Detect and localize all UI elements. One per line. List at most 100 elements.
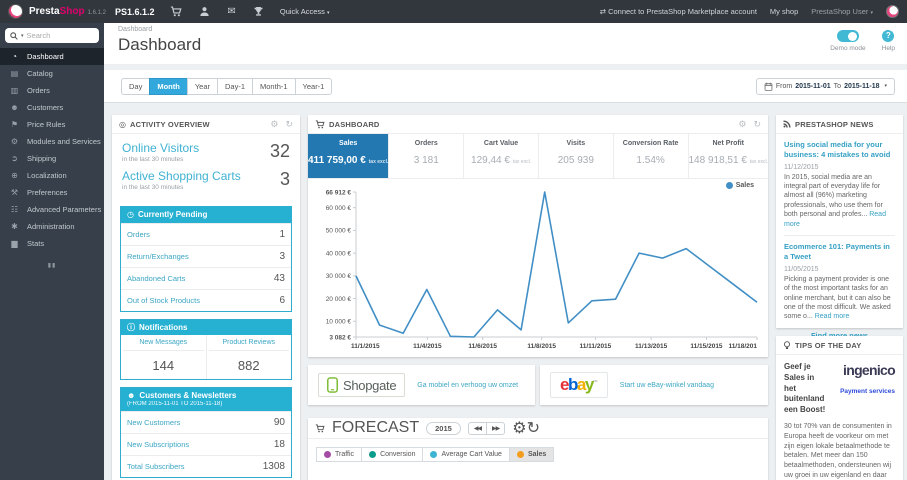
online-visitors-link[interactable]: Online Visitors [122, 141, 290, 155]
sidebar-item-modules[interactable]: ⚙ Modules and Services [0, 133, 104, 150]
shopgate-link[interactable]: Ga mobiel en verhoog uw omzet [417, 382, 518, 389]
total-subscribers-row[interactable]: Total Subscribers 1308 [121, 454, 291, 477]
sidebar-item-dashboard[interactable]: ◔ Dashboard [0, 48, 104, 65]
breadcrumb[interactable]: Dashboard [118, 26, 893, 33]
pending-returns-row[interactable]: Return/Exchanges 3 [121, 244, 291, 267]
kpi-row: Sales 411 759,00 € tax excl. Orders 3 181 … [308, 134, 768, 179]
topbar: PrestaShop 1.6.1.2 PS1.6.1.2 ✉ Quick Acce… [0, 0, 907, 23]
sidebar-item-localization[interactable]: ⊕ Localization [0, 167, 104, 184]
prestashop-news-panel: PRESTASHOP NEWS Using social media for y… [776, 115, 903, 340]
news-item-date: 11/12/2015 [784, 163, 819, 171]
catalog-icon: ▤ [10, 69, 19, 78]
next-year-button[interactable]: ▶▶ [486, 422, 504, 434]
range-year-button[interactable]: Year [186, 77, 218, 95]
my-shop-link[interactable]: My shop [770, 7, 798, 16]
abandoned-carts-row[interactable]: Abandoned Carts 43 [121, 266, 291, 289]
new-subscriptions-row[interactable]: New Subscriptions 18 [121, 432, 291, 455]
demo-mode-control: Demo mode [830, 30, 866, 52]
forecast-year-badge: 2015 [426, 421, 461, 435]
brand[interactable]: PrestaShop 1.6.1.2 [29, 6, 106, 17]
refresh-icon[interactable]: ↻ [753, 119, 761, 130]
gear-icon[interactable]: ⚙ [512, 420, 526, 437]
refresh-icon[interactable]: ↻ [527, 420, 540, 437]
sidebar-item-price-rules[interactable]: ⚑ Price Rules [0, 116, 104, 133]
user-avatar[interactable] [886, 5, 899, 18]
cart-icon[interactable] [170, 6, 183, 17]
refresh-icon[interactable]: ↻ [285, 119, 293, 130]
kpi-sales[interactable]: Sales 411 759,00 € tax excl. [308, 134, 390, 178]
user-icon[interactable] [199, 6, 210, 17]
gear-icon[interactable]: ⚙ [270, 119, 278, 130]
sidebar-item-stats[interactable]: ▆ Stats [0, 235, 104, 252]
sidebar-item-administration[interactable]: ✱ Administration [0, 218, 104, 235]
tab-traffic[interactable]: Traffic [316, 447, 363, 462]
sidebar-item-customers[interactable]: ☻ Customers [0, 99, 104, 116]
range-month-button[interactable]: Month [149, 77, 188, 95]
new-messages-cell[interactable]: New Messages 144 [121, 335, 206, 379]
sidebar-item-advanced-parameters[interactable]: ☷ Advanced Parameters [0, 201, 104, 218]
traffic-dot-icon [324, 451, 331, 458]
date-to: 2015-11-18 [844, 82, 880, 90]
sales-dot-icon [516, 451, 524, 458]
sales-legend-dot [725, 182, 733, 189]
forecast-panel: FORECAST 2015 ◀◀ ▶▶ ⚙↻ Traffic Conversion… [308, 418, 768, 480]
clock-icon: ◷ [127, 210, 134, 219]
messages-icon[interactable]: ✉ [227, 6, 235, 17]
demo-mode-toggle[interactable] [836, 30, 859, 42]
active-carts-link[interactable]: Active Shopping Carts [122, 169, 290, 183]
online-visitors-stat: Online Visitors in the last 30 minutes 3… [122, 141, 290, 163]
range-buttons: Day Month Year Day-1 Month-1 Year-1 [121, 77, 333, 95]
tab-average-cart-value[interactable]: Average Cart Value [422, 447, 510, 462]
sidebar-item-catalog[interactable]: ▤ Catalog [0, 65, 104, 82]
prestashop-logo-icon[interactable] [8, 4, 23, 19]
marketplace-link[interactable]: ⇄ Connect to PrestaShop Marketplace acco… [600, 7, 757, 16]
gear-icon[interactable]: ⚙ [738, 119, 746, 130]
news-item-title[interactable]: Using social media for your business: 4 … [784, 140, 895, 160]
user-menu[interactable]: PrestaShop User ▾ [811, 7, 873, 16]
sidebar-collapse-icon[interactable]: ▮▮ [0, 262, 104, 269]
marketplace-icon: ⇄ [599, 7, 606, 16]
preferences-icon: ⚒ [10, 188, 19, 197]
active-carts-value: 3 [279, 169, 290, 189]
range-day-1-button[interactable]: Day-1 [217, 77, 254, 95]
read-more-link[interactable]: Read more [815, 313, 850, 320]
range-month-1-button[interactable]: Month-1 [252, 77, 296, 95]
date-range-picker[interactable]: From 2015-11-01 To 2015-11-18 ▾ [755, 77, 895, 95]
customers-icon: ☻ [10, 103, 19, 112]
out-of-stock-row[interactable]: Out of Stock Products 6 [121, 288, 291, 311]
range-day-button[interactable]: Day [121, 77, 151, 95]
kpi-net-profit[interactable]: Net Profit 148 918,51 € tax excl. [689, 134, 769, 178]
shopgate-logo: Shopgate [318, 373, 406, 397]
trophy-icon[interactable] [253, 6, 264, 17]
tab-sales[interactable]: Sales [508, 447, 555, 462]
search-input[interactable] [26, 31, 85, 40]
kpi-conversion-rate[interactable]: Conversion Rate 1.54% [614, 134, 689, 178]
rss-icon [783, 120, 791, 128]
new-customers-row[interactable]: New Customers 90 [121, 410, 291, 433]
sidebar-item-preferences[interactable]: ⚒ Preferences [0, 184, 104, 201]
svg-text:60 000 €: 60 000 € [326, 205, 352, 212]
pending-orders-row[interactable]: Orders 1 [121, 222, 291, 245]
ingenico-logo: ingenico Payment services [840, 362, 896, 395]
news-item-title[interactable]: Ecommerce 101: Payments in a Tweet [784, 242, 895, 262]
sidebar-item-shipping[interactable]: ➲ Shipping [0, 150, 104, 167]
dashboard-icon: ◔ [12, 52, 17, 61]
caret-down-icon: ▾ [326, 10, 330, 16]
kpi-orders[interactable]: Orders 3 181 [389, 134, 465, 178]
ebay-link[interactable]: Start uw eBay-winkel vandaag [620, 382, 714, 389]
cart-icon [315, 119, 325, 129]
kpi-visits[interactable]: Visits 205 939 [539, 134, 614, 178]
range-year-1-button[interactable]: Year-1 [294, 77, 333, 95]
quick-access-menu[interactable]: Quick Access ▾ [280, 7, 330, 16]
date-range-toolbar: Day Month Year Day-1 Month-1 Year-1 From… [104, 70, 907, 103]
product-reviews-cell[interactable]: Product Reviews 882 [205, 335, 292, 380]
tab-conversion[interactable]: Conversion [361, 447, 424, 462]
sidebar-item-orders[interactable]: ▥ Orders [0, 82, 104, 99]
svg-text:3 082 €: 3 082 € [329, 334, 351, 341]
caret-down-icon[interactable]: ▾ [21, 33, 24, 39]
kpi-cart-value[interactable]: Cart Value 129,44 € tax excl. [464, 134, 539, 178]
orders-icon: ▥ [10, 86, 19, 95]
previous-year-button[interactable]: ◀◀ [469, 423, 486, 434]
help-icon[interactable]: ? [882, 30, 895, 42]
modules-icon: ⚙ [10, 137, 19, 146]
